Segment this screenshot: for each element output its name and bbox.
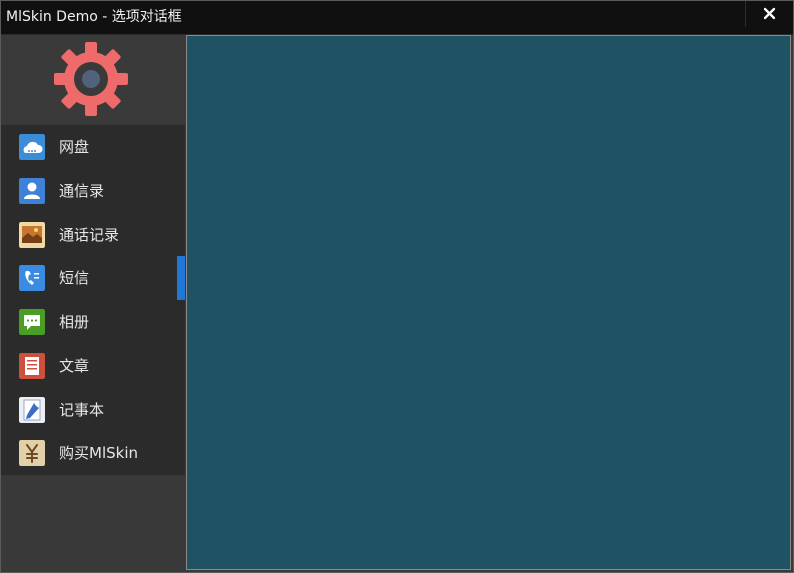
- sidebar-item-label: 网盘: [59, 138, 90, 156]
- active-indicator: [177, 256, 185, 301]
- sidebar-menu: 网盘 通信录 通话记录 短信 相册 文章 记事本 购买MlSkin: [1, 125, 185, 475]
- message-icon: [19, 309, 45, 335]
- content-panel: [186, 35, 791, 570]
- sidebar-item-label: 相册: [59, 313, 90, 331]
- cloud-icon: [19, 134, 45, 160]
- contact-icon: [19, 177, 45, 204]
- notepad-icon: [19, 396, 45, 423]
- sidebar-item-label: 通信录: [59, 181, 105, 200]
- close-button[interactable]: [745, 1, 792, 27]
- close-icon: [763, 7, 776, 20]
- sidebar-item-contacts[interactable]: 通信录: [1, 169, 185, 213]
- sidebar-item-netdisk[interactable]: 网盘: [1, 125, 185, 169]
- window-title: MlSkin Demo - 选项对话框: [6, 9, 182, 25]
- sidebar-item-label: 文章: [59, 356, 90, 375]
- yuan-icon: [19, 440, 45, 467]
- article-icon: [19, 352, 45, 379]
- sidebar-item-article[interactable]: 文章: [1, 344, 185, 388]
- gear-icon: [54, 42, 128, 116]
- sidebar-item-label: 通话记录: [59, 225, 120, 244]
- phone-book-icon: [19, 265, 45, 292]
- sidebar-item-call-log[interactable]: 通话记录: [1, 213, 185, 257]
- sidebar-item-album[interactable]: 相册: [1, 300, 185, 344]
- sidebar-item-label: 记事本: [59, 400, 105, 419]
- sidebar-item-label: 购买MlSkin: [59, 444, 138, 463]
- sidebar-item-sms[interactable]: 短信: [1, 256, 185, 301]
- logo-area: [1, 35, 185, 125]
- sidebar: 网盘 通信录 通话记录 短信 相册 文章 记事本 购买MlSkin: [1, 35, 185, 572]
- sidebar-item-notepad[interactable]: 记事本: [1, 388, 185, 432]
- title-bar[interactable]: MlSkin Demo - 选项对话框: [1, 1, 793, 35]
- photo-icon: [19, 221, 45, 248]
- options-dialog-window: MlSkin Demo - 选项对话框 网盘 通信录 通话记录 短信 相册 文章…: [0, 0, 794, 573]
- sidebar-item-label: 短信: [59, 269, 90, 288]
- sidebar-item-buy-mlskin[interactable]: 购买MlSkin: [1, 431, 185, 475]
